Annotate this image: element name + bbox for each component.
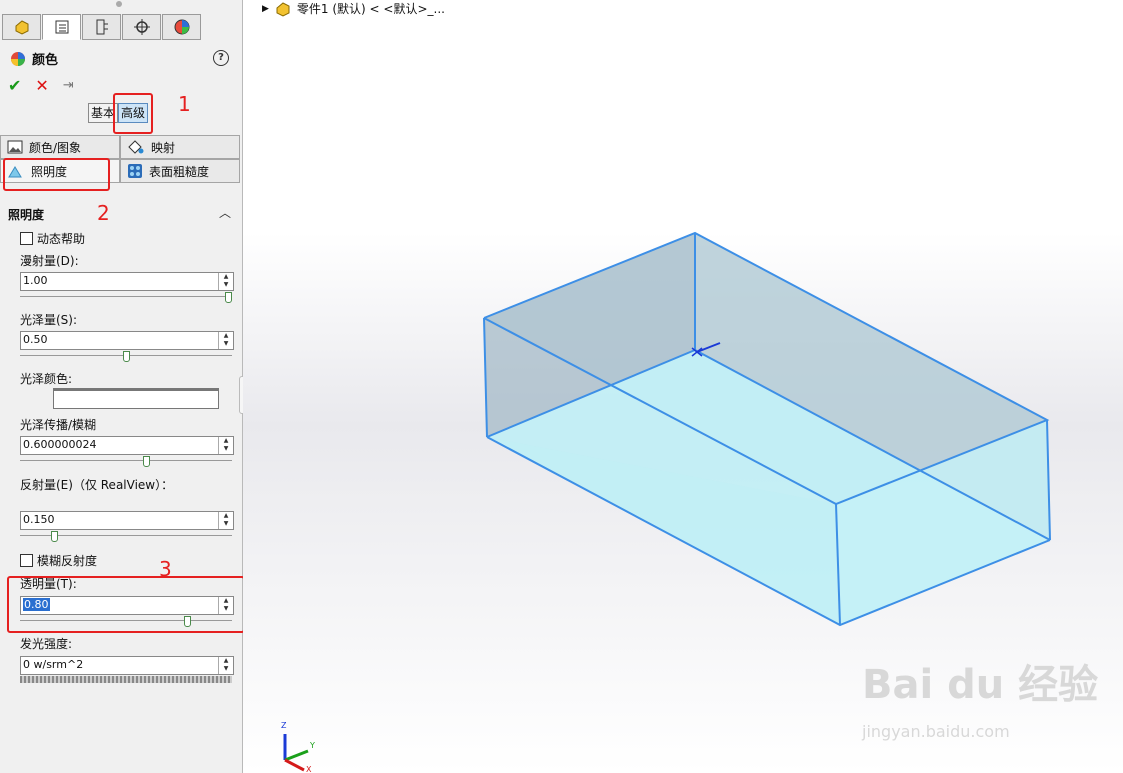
triad-x-label: X: [306, 765, 312, 773]
triad-y-label: Y: [309, 741, 315, 750]
triad-z-label: Z: [281, 721, 287, 730]
reference-triad-icon: Z Y X: [281, 721, 315, 773]
baidu-watermark: Bai du 经验 jingyan.baidu.com: [862, 652, 1099, 741]
watermark-url: jingyan.baidu.com: [862, 722, 1010, 741]
watermark-brand: Bai du 经验: [862, 662, 1099, 708]
